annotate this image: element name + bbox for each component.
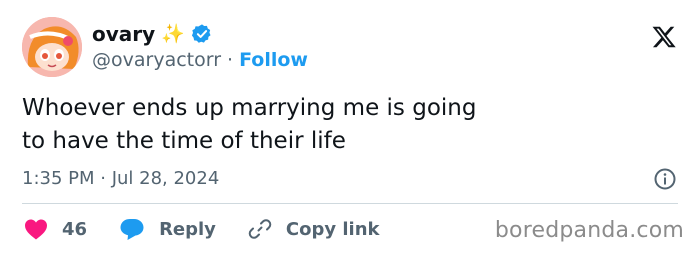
like-button[interactable]: 46: [24, 218, 87, 240]
author-handle[interactable]: @ovaryactorr: [92, 49, 221, 71]
author-name-row[interactable]: ovary ✨: [92, 20, 213, 48]
x-logo-icon[interactable]: [650, 24, 678, 50]
copy-link-button[interactable]: Copy link: [248, 217, 380, 241]
tweet-timestamp[interactable]: 1:35 PM · Jul 28, 2024: [22, 168, 219, 189]
author-display-name[interactable]: ovary: [92, 22, 155, 46]
reply-label: Reply: [159, 218, 216, 240]
separator-dot: ·: [227, 49, 234, 71]
copy-link-label: Copy link: [285, 218, 380, 240]
avatar-image: [22, 17, 82, 77]
like-count: 46: [62, 218, 88, 240]
follow-button[interactable]: Follow: [239, 49, 308, 71]
info-icon[interactable]: [653, 167, 677, 191]
divider: [22, 203, 678, 204]
tweet-text: Whoever ends up marrying me is going to …: [22, 95, 477, 154]
verified-badge-icon: [191, 24, 211, 43]
link-icon: [248, 219, 272, 239]
watermark: boredpanda.com: [494, 218, 684, 243]
avatar[interactable]: [22, 17, 82, 77]
tweet-meta: 1:35 PM · Jul 28, 2024: [22, 165, 219, 191]
sparkles-emoji-icon: ✨: [161, 22, 185, 45]
action-bar: 46 Reply Copy link: [24, 215, 380, 243]
heart-icon: [25, 219, 47, 240]
reply-button[interactable]: Reply: [119, 217, 216, 241]
handle-row: @ovaryactorr · Follow: [92, 47, 308, 73]
reply-bubble-icon: [120, 219, 144, 240]
